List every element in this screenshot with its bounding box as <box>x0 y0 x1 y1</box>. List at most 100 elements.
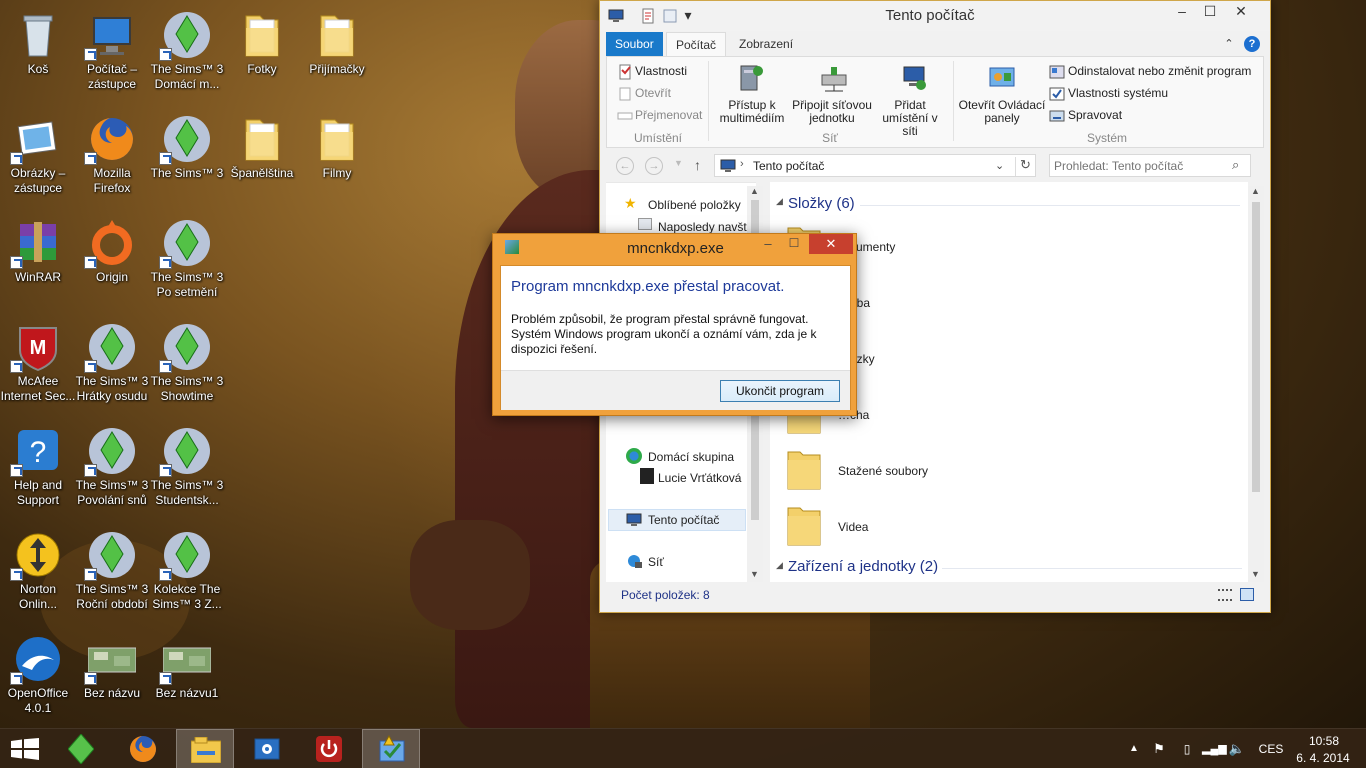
close-button[interactable]: ✕ <box>1224 1 1258 23</box>
open-button[interactable]: Otevřít <box>635 87 671 100</box>
network-location-icon <box>903 66 926 90</box>
nav-favorites[interactable]: Oblíbené položky <box>648 198 741 212</box>
manage-button[interactable]: Spravovat <box>1068 109 1122 122</box>
desktop-icon[interactable]: The Sims™ 3 Povolání snů <box>74 420 150 520</box>
volume-icon[interactable]: 🔈 <box>1228 729 1246 768</box>
search-input[interactable] <box>1054 157 1224 174</box>
uninstall-program-button[interactable]: Odinstalovat nebo změnit program <box>1068 65 1251 78</box>
nav-user[interactable]: Lucie Vrťátková <box>658 471 741 485</box>
desktop-icon[interactable]: The Sims™ 3 Po setmění <box>149 212 225 312</box>
nav-this-pc-label: Tento počítač <box>648 513 720 527</box>
explorer-titlebar[interactable]: ▾ Tento počítač – ☐ ✕ <box>600 1 1270 31</box>
address-dropdown-icon[interactable]: ⌄ <box>995 159 1004 172</box>
dialog-close-button[interactable]: ✕ <box>809 234 853 254</box>
taskbar-settings[interactable] <box>238 729 296 768</box>
address-bar[interactable]: › Tento počítač ⌄ ↻ <box>714 154 1036 177</box>
dialog-maximize-button[interactable]: ☐ <box>783 236 805 254</box>
desktop-icon[interactable]: OpenOffice 4.0.1 <box>0 628 76 728</box>
dialog-heading: Program mncnkdxp.exe přestal pracovat. <box>511 278 785 295</box>
recent-locations-dropdown-icon[interactable]: ▼ <box>674 158 683 168</box>
desktop-icon[interactable]: Fotky <box>224 4 300 104</box>
action-center-flag-icon[interactable]: ⚑ <box>1150 729 1168 768</box>
breadcrumb-chevron-icon[interactable]: › <box>740 158 744 170</box>
maximize-button[interactable]: ☐ <box>1196 1 1224 23</box>
folders-group-header[interactable]: Složky (6) <box>788 195 855 212</box>
nav-homegroup[interactable]: Domácí skupina <box>648 450 734 464</box>
taskbar-file-explorer[interactable] <box>176 729 234 768</box>
desktop-icon[interactable]: The Sims™ 3 Domácí m... <box>149 4 225 104</box>
rename-button[interactable]: Přejmenovat <box>635 109 702 122</box>
new-folder-icon[interactable] <box>662 8 678 24</box>
desktop-icon[interactable]: Kolekce The Sims™ 3 Z... <box>149 524 225 624</box>
back-button[interactable]: ← <box>616 157 634 175</box>
content-scrollbar[interactable]: ▲ ▼ <box>1248 186 1264 582</box>
taskbar-shutdown[interactable] <box>300 729 358 768</box>
desktop-icon[interactable]: Origin <box>74 212 150 312</box>
map-network-drive-button[interactable]: Připojit síťovou jednotku <box>787 99 877 125</box>
large-icons-view-icon[interactable] <box>1240 588 1254 601</box>
desktop-icon[interactable]: The Sims™ 3 <box>149 108 225 208</box>
taskbar-firefox[interactable] <box>114 729 172 768</box>
shortcut-arrow-icon <box>10 360 23 373</box>
desktop-icon[interactable]: WinRAR <box>0 212 76 312</box>
collapse-ribbon-icon[interactable]: ⌃ <box>1222 34 1236 56</box>
taskbar-error-reporting[interactable] <box>362 729 420 768</box>
show-hidden-icons-icon[interactable]: ▲ <box>1126 729 1142 768</box>
desktop-icon[interactable]: Koš <box>0 4 76 104</box>
desktop-icon[interactable]: Bez názvu <box>74 628 150 728</box>
user-avatar <box>640 468 654 484</box>
quick-access-dropdown-icon[interactable]: ▾ <box>682 5 694 27</box>
nav-recent[interactable]: Naposledy navšt <box>658 220 747 234</box>
system-properties-button[interactable]: Vlastnosti systému <box>1068 87 1168 100</box>
dialog-minimize-button[interactable]: – <box>757 236 779 254</box>
details-view-icon[interactable] <box>1218 589 1232 601</box>
properties-icon[interactable] <box>640 8 656 24</box>
clock-time[interactable]: 10:58 <box>1296 734 1352 749</box>
network-signal-icon[interactable]: ▂▄▆ <box>1202 729 1227 768</box>
desktop-icon[interactable]: Mozilla Firefox <box>74 108 150 208</box>
media-access-button[interactable]: Přístup k multimédiím <box>715 99 789 125</box>
folder-item[interactable]: Videa <box>784 500 1044 550</box>
folder-item[interactable]: Stažené soubory <box>784 444 1044 494</box>
minimize-button[interactable]: – <box>1168 1 1196 23</box>
folders-group-chevron-icon[interactable]: ◢ <box>776 196 783 207</box>
folder-icon <box>238 114 286 164</box>
power-status-icon[interactable]: ▯ <box>1178 729 1196 768</box>
start-button[interactable] <box>0 729 58 768</box>
tab-view[interactable]: Zobrazení <box>730 32 802 56</box>
nav-network[interactable]: Síť <box>648 555 664 569</box>
desktop-icon-label: Norton Onlin... <box>18 582 57 611</box>
desktop-icon[interactable]: The Sims™ 3 Showtime <box>149 316 225 416</box>
devices-group-header[interactable]: Zařízení a jednotky (2) <box>788 558 938 575</box>
desktop-icon[interactable]: Bez názvu1 <box>149 628 225 728</box>
clock-date[interactable]: 6. 4. 2014 <box>1290 751 1356 766</box>
search-box[interactable]: ⌕ <box>1049 154 1251 177</box>
settings-icon <box>254 738 280 760</box>
up-button[interactable]: ↑ <box>694 157 701 173</box>
desktop-icon[interactable]: ? Help and Support <box>0 420 76 520</box>
devices-group-chevron-icon[interactable]: ◢ <box>776 560 783 571</box>
desktop-icon[interactable]: Počítač – zástupce <box>74 4 150 104</box>
shortcut-arrow-icon <box>10 256 23 269</box>
desktop-icon[interactable]: Španělština <box>224 108 300 208</box>
close-program-button[interactable]: Ukončit program <box>720 380 840 402</box>
desktop-icon[interactable]: Přijímačky <box>299 4 375 104</box>
taskbar-sims[interactable] <box>52 729 110 768</box>
help-icon[interactable]: ? <box>1244 36 1260 52</box>
desktop-icon[interactable]: Norton Onlin... <box>0 524 76 624</box>
open-control-panel-button[interactable]: Otevřít Ovládací panely <box>957 99 1047 125</box>
desktop-icon[interactable]: M McAfee Internet Sec... <box>0 316 76 416</box>
desktop-icon[interactable]: The Sims™ 3 Roční období <box>74 524 150 624</box>
properties-button[interactable]: Vlastnosti <box>635 65 687 78</box>
desktop-icon[interactable]: The Sims™ 3 Studentsk... <box>149 420 225 520</box>
tab-computer[interactable]: Počítač <box>666 32 727 56</box>
search-icon[interactable]: ⌕ <box>1232 157 1239 173</box>
tab-file[interactable]: Soubor <box>606 32 663 56</box>
forward-button[interactable]: → <box>645 157 663 175</box>
desktop-icon[interactable]: Obrázky – zástupce <box>0 108 76 208</box>
language-indicator[interactable]: CES <box>1256 729 1286 768</box>
desktop-icon[interactable]: The Sims™ 3 Hrátky osudu <box>74 316 150 416</box>
refresh-icon[interactable]: ↻ <box>1015 157 1035 176</box>
computer-icon <box>720 159 736 172</box>
desktop-icon[interactable]: Filmy <box>299 108 375 208</box>
